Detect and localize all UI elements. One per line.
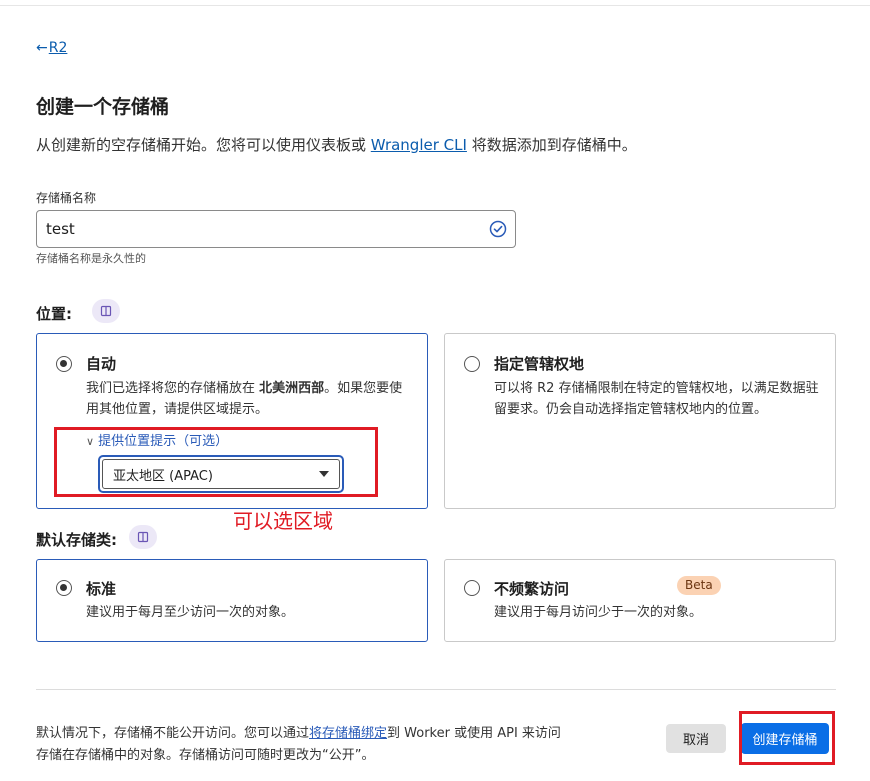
annotation-text: 可以选区域 (233, 509, 333, 533)
book-icon (100, 305, 112, 317)
radio-automatic[interactable] (56, 356, 72, 372)
bucket-name-field[interactable] (36, 210, 516, 248)
location-option-title: 自动 (86, 355, 117, 373)
storage-class-option-title: 不频繁访问 (494, 580, 570, 598)
storage-class-option-standard[interactable]: 标准 建议用于每月至少访问一次的对象。 (36, 559, 428, 642)
wrangler-cli-link[interactable]: Wrangler CLI (371, 136, 467, 154)
footer-text-start: 默认情况下，存储桶不能公开访问。您可以通过 (36, 726, 310, 741)
annotation-highlight-box (54, 427, 378, 497)
book-icon (137, 531, 149, 543)
desc-region: 北美洲西部 (259, 381, 325, 396)
annotation-highlight-box (739, 711, 835, 765)
storage-class-option-desc: 建议用于每月至少访问一次的对象。 (86, 605, 295, 620)
cancel-button[interactable]: 取消 (666, 724, 726, 753)
storage-class-docs-button[interactable] (129, 525, 157, 549)
beta-badge: Beta (677, 576, 721, 595)
radio-standard[interactable] (56, 580, 72, 596)
footer-text: 默认情况下，存储桶不能公开访问。您可以通过将存储桶绑定到 Worker 或使用 … (36, 723, 566, 767)
location-docs-button[interactable] (92, 299, 120, 323)
footer-divider (36, 689, 836, 690)
back-to-r2-link[interactable]: ←R2 (36, 40, 67, 56)
bucket-name-label: 存储桶名称 (36, 191, 97, 205)
back-arrow-icon: ← (36, 40, 48, 56)
location-label: 位置: (36, 305, 72, 323)
storage-class-option-infrequent[interactable]: 不频繁访问 建议用于每月访问少于一次的对象。 (444, 559, 836, 642)
location-option-title: 指定管辖权地 (494, 355, 585, 373)
storage-class-option-title: 标准 (86, 580, 117, 598)
intro-text-end: 将数据添加到存储桶中。 (466, 136, 637, 154)
intro-text-start: 从创建新的空存储桶开始。您将可以使用仪表板或 (36, 136, 371, 154)
bucket-name-input[interactable] (37, 211, 477, 247)
bucket-name-hint: 存储桶名称是永久性的 (36, 252, 146, 265)
top-divider (0, 5, 870, 6)
check-circle-icon (489, 220, 507, 238)
location-option-desc: 可以将 R2 存储桶限制在特定的管辖权地，以满足数据驻留要求。仍会自动选择指定管… (494, 381, 819, 417)
storage-class-option-desc: 建议用于每月访问少于一次的对象。 (494, 605, 703, 620)
intro-text: 从创建新的空存储桶开始。您将可以使用仪表板或 Wrangler CLI 将数据添… (36, 134, 637, 155)
location-option-desc: 我们已选择将您的存储桶放在 北美洲西部。如果您要使用其他位置，请提供区域提示。 (86, 378, 411, 420)
back-link-label: R2 (48, 40, 68, 56)
page-title: 创建一个存储桶 (36, 96, 170, 118)
storage-class-label: 默认存储类: (36, 531, 117, 549)
desc-start: 我们已选择将您的存储桶放在 (86, 381, 260, 396)
bind-bucket-link[interactable]: 将存储桶绑定 (309, 726, 387, 741)
radio-jurisdiction[interactable] (464, 356, 480, 372)
location-option-jurisdiction[interactable]: 指定管辖权地 可以将 R2 存储桶限制在特定的管辖权地，以满足数据驻留要求。仍会… (444, 333, 836, 509)
radio-infrequent[interactable] (464, 580, 480, 596)
